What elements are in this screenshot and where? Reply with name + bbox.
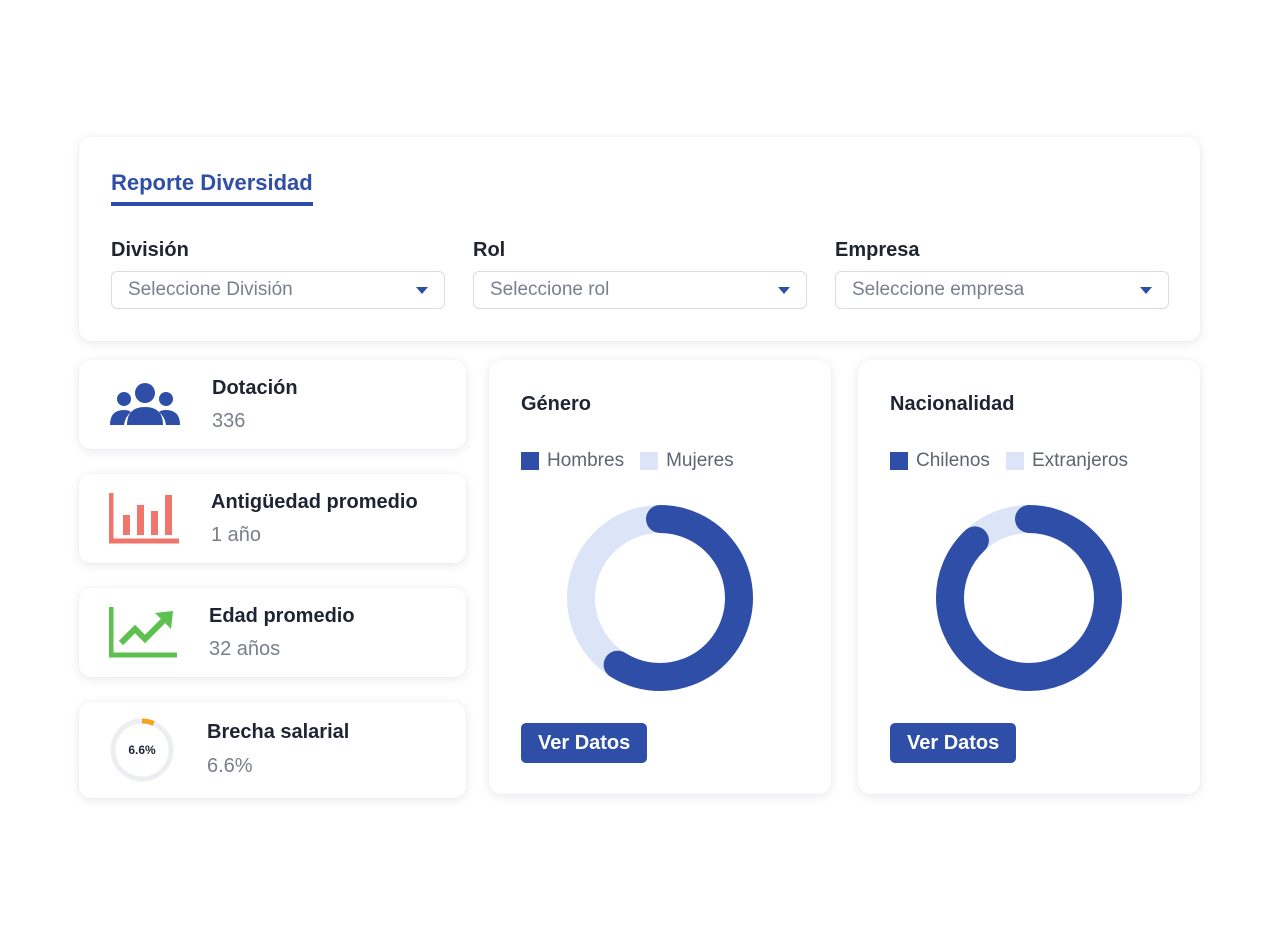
stat-value-dotacion: 336 [212, 410, 246, 432]
stat-card-edad: Edad promedio 32 años [79, 588, 466, 677]
stat-label-dotacion: Dotación [212, 377, 298, 399]
legend-label-mujeres: Mujeres [666, 450, 734, 471]
progress-ring-text: 6.6% [128, 743, 156, 757]
donut-slice-hombres [603, 505, 753, 691]
rol-select[interactable]: Seleccione rol [473, 271, 807, 309]
stat-card-antiguedad: Antigüedad promedio 1 año [79, 474, 466, 563]
division-select-placeholder: Seleccione División [128, 279, 293, 300]
chart-card-nacionalidad: Nacionalidad Chilenos Extranjeros Ver Da… [858, 360, 1200, 794]
chevron-down-icon [1140, 286, 1152, 294]
stat-label-antiguedad: Antigüedad promedio [211, 491, 418, 513]
division-filter: División Seleccione División [111, 238, 445, 309]
chart-title-genero: Género [521, 393, 592, 415]
report-title-tab[interactable]: Reporte Diversidad [111, 170, 313, 206]
stat-label-brecha: Brecha salarial [207, 721, 350, 743]
filter-panel: Reporte Diversidad División Seleccione D… [79, 137, 1200, 341]
legend-swatch-chilenos [890, 452, 908, 470]
rol-label: Rol [473, 239, 506, 261]
stat-value-brecha: 6.6% [207, 755, 253, 777]
donut-slice-chilenos [936, 505, 1122, 691]
legend-nacionalidad: Chilenos Extranjeros [890, 450, 1144, 472]
rol-select-placeholder: Seleccione rol [490, 279, 610, 300]
legend-item-hombres: Hombres [521, 450, 624, 472]
stat-value-edad: 32 años [209, 638, 281, 660]
legend-item-chilenos: Chilenos [890, 450, 990, 472]
empresa-select-placeholder: Seleccione empresa [852, 279, 1025, 300]
division-select[interactable]: Seleccione División [111, 271, 445, 309]
legend-swatch-mujeres [640, 452, 659, 470]
legend-item-mujeres: Mujeres [640, 450, 734, 472]
chart-title-nacionalidad: Nacionalidad [890, 393, 1015, 415]
legend-genero: Hombres Mujeres [521, 450, 750, 472]
trending-up-icon [109, 606, 177, 657]
empresa-label: Empresa [835, 239, 920, 261]
legend-label-hombres: Hombres [547, 450, 625, 471]
chevron-down-icon [778, 286, 790, 294]
legend-label-extranjeros: Extranjeros [1031, 450, 1129, 471]
division-label: División [111, 239, 189, 261]
stat-card-brecha: 6.6% Brecha salarial 6.6% [79, 702, 466, 798]
donut-chart-nacionalidad [936, 505, 1122, 691]
ver-datos-button-genero[interactable]: Ver Datos [521, 723, 648, 763]
stat-value-antiguedad: 1 año [211, 524, 262, 546]
donut-chart-genero [567, 505, 753, 691]
legend-label-chilenos: Chilenos [916, 450, 990, 471]
bar-chart-icon [109, 492, 179, 543]
stat-card-dotacion: Dotación 336 [79, 360, 466, 449]
chevron-down-icon [416, 286, 428, 294]
rol-filter: Rol Seleccione rol [473, 238, 807, 309]
legend-swatch-extranjeros [1005, 452, 1024, 470]
ver-datos-button-nacionalidad[interactable]: Ver Datos [890, 723, 1017, 763]
empresa-select[interactable]: Seleccione empresa [835, 271, 1169, 309]
legend-swatch-hombres [521, 452, 539, 470]
empresa-filter: Empresa Seleccione empresa [835, 238, 1169, 309]
users-icon [110, 382, 180, 425]
progress-ring-icon: 6.6% [109, 717, 175, 783]
chart-card-genero: Género Hombres Mujeres Ver Datos [489, 360, 831, 794]
stat-label-edad: Edad promedio [209, 605, 355, 627]
legend-item-extranjeros: Extranjeros [1005, 450, 1129, 472]
